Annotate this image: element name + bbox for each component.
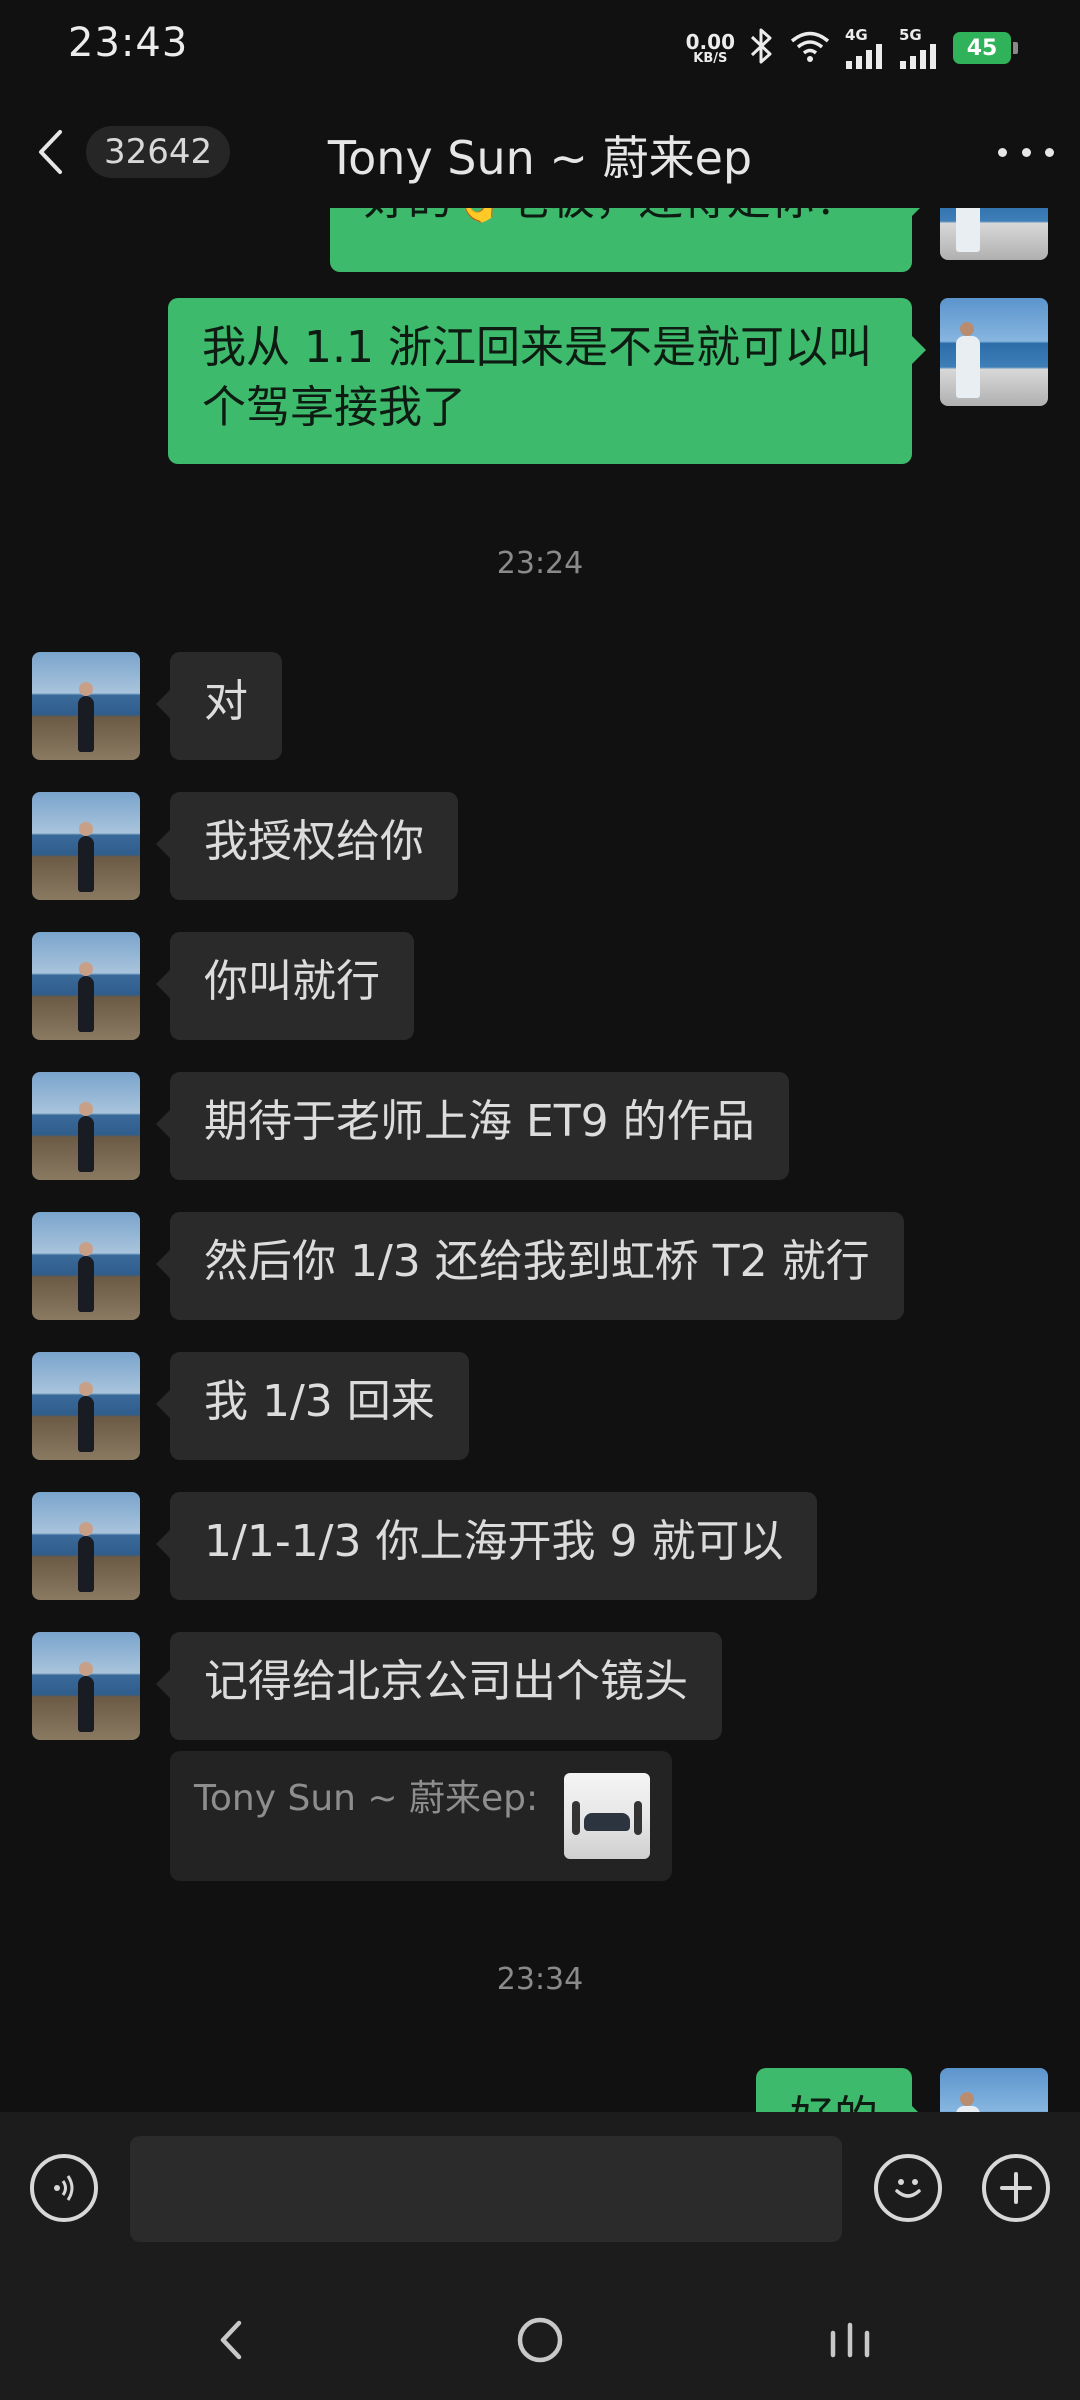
timestamp: 23:34 [496,1962,584,1997]
contact-avatar[interactable] [32,1352,140,1460]
voice-icon[interactable] [30,2154,98,2222]
status-bar: 23:43 0.00 KB/S 4G 5G 45 [0,0,1080,96]
message-bubble-incoming[interactable]: 记得给北京公司出个镜头 [156,1632,722,1740]
emoji-icon[interactable] [874,2154,942,2222]
contact-avatar[interactable] [32,1632,140,1740]
more-icon[interactable] [998,132,1054,172]
quote-thumbnail-image[interactable] [564,1773,650,1859]
timestamp: 23:24 [496,546,584,581]
battery-charging-icon: 45 [953,32,1018,64]
input-bar [0,2112,1080,2272]
contact-avatar[interactable] [32,1492,140,1600]
message-bubble-incoming[interactable]: 1/1-1/3 你上海开我 9 就可以 [155,1492,818,1600]
navigation-bar [0,2272,1080,2400]
message-bubble-incoming[interactable]: 然后你 1/3 还给我到虹桥 T2 就行 [156,1212,904,1320]
quoted-message[interactable]: Tony Sun ~ 蔚来ep: [170,1751,672,1881]
my-avatar[interactable] [940,208,1048,260]
status-time: 23:43 [68,20,189,66]
message-bubble-incoming[interactable]: 对 [156,652,282,760]
network-speed: 0.00 KB/S [686,32,735,65]
message-bubble-outgoing[interactable]: 好的 [756,2068,926,2112]
my-avatar[interactable] [940,298,1048,406]
signal-4g-label: 4G [845,25,868,44]
unread-count-badge[interactable]: 32642 [86,126,231,178]
message-input[interactable] [130,2136,842,2242]
message-bubble-incoming[interactable]: 你叫就行 [156,932,414,1040]
contact-avatar[interactable] [32,792,140,900]
back-chevron-icon[interactable] [36,124,76,180]
contact-avatar[interactable] [32,932,140,1040]
message-bubble-outgoing[interactable]: 我从 1.1 浙江回来是不是就可以叫个驾享接我了 [168,298,926,464]
wifi-icon [789,29,831,67]
contact-avatar[interactable] [32,652,140,760]
nav-back-icon[interactable] [190,2300,270,2380]
quote-sender: Tony Sun ~ 蔚来ep: [194,1778,539,1819]
nav-recents-icon[interactable] [810,2300,890,2380]
my-avatar[interactable] [940,2068,1048,2112]
nav-home-icon[interactable] [500,2300,580,2380]
signal-5g-icon: 5G [899,25,939,69]
plus-icon[interactable] [982,2154,1050,2222]
network-speed-unit: KB/S [693,50,728,66]
signal-5g-label: 5G [899,25,922,44]
message-bubble-outgoing[interactable]: 好的👌老板，还得是你！ [330,208,926,272]
contact-avatar[interactable] [32,1072,140,1180]
message-bubble-incoming[interactable]: 我授权给你 [156,792,458,900]
signal-4g-icon: 4G [845,25,885,69]
message-bubble-incoming[interactable]: 期待于老师上海 ET9 的作品 [156,1072,789,1180]
message-list[interactable]: 好的👌老板，还得是你！ 我从 1.1 浙江回来是不是就可以叫个驾享接我了 23:… [0,208,1080,2112]
message-bubble-incoming[interactable]: 我 1/3 回来 [156,1352,469,1460]
chat-header: 32642 Tony Sun ~ 蔚来ep [0,96,1080,208]
chat-title: Tony Sun ~ 蔚来ep [327,131,753,185]
status-icons: 0.00 KB/S 4G 5G 45 [686,24,1018,72]
contact-avatar[interactable] [32,1212,140,1320]
network-speed-value: 0.00 [685,29,735,54]
battery-level: 45 [953,32,1011,64]
bluetooth-icon [749,27,775,69]
